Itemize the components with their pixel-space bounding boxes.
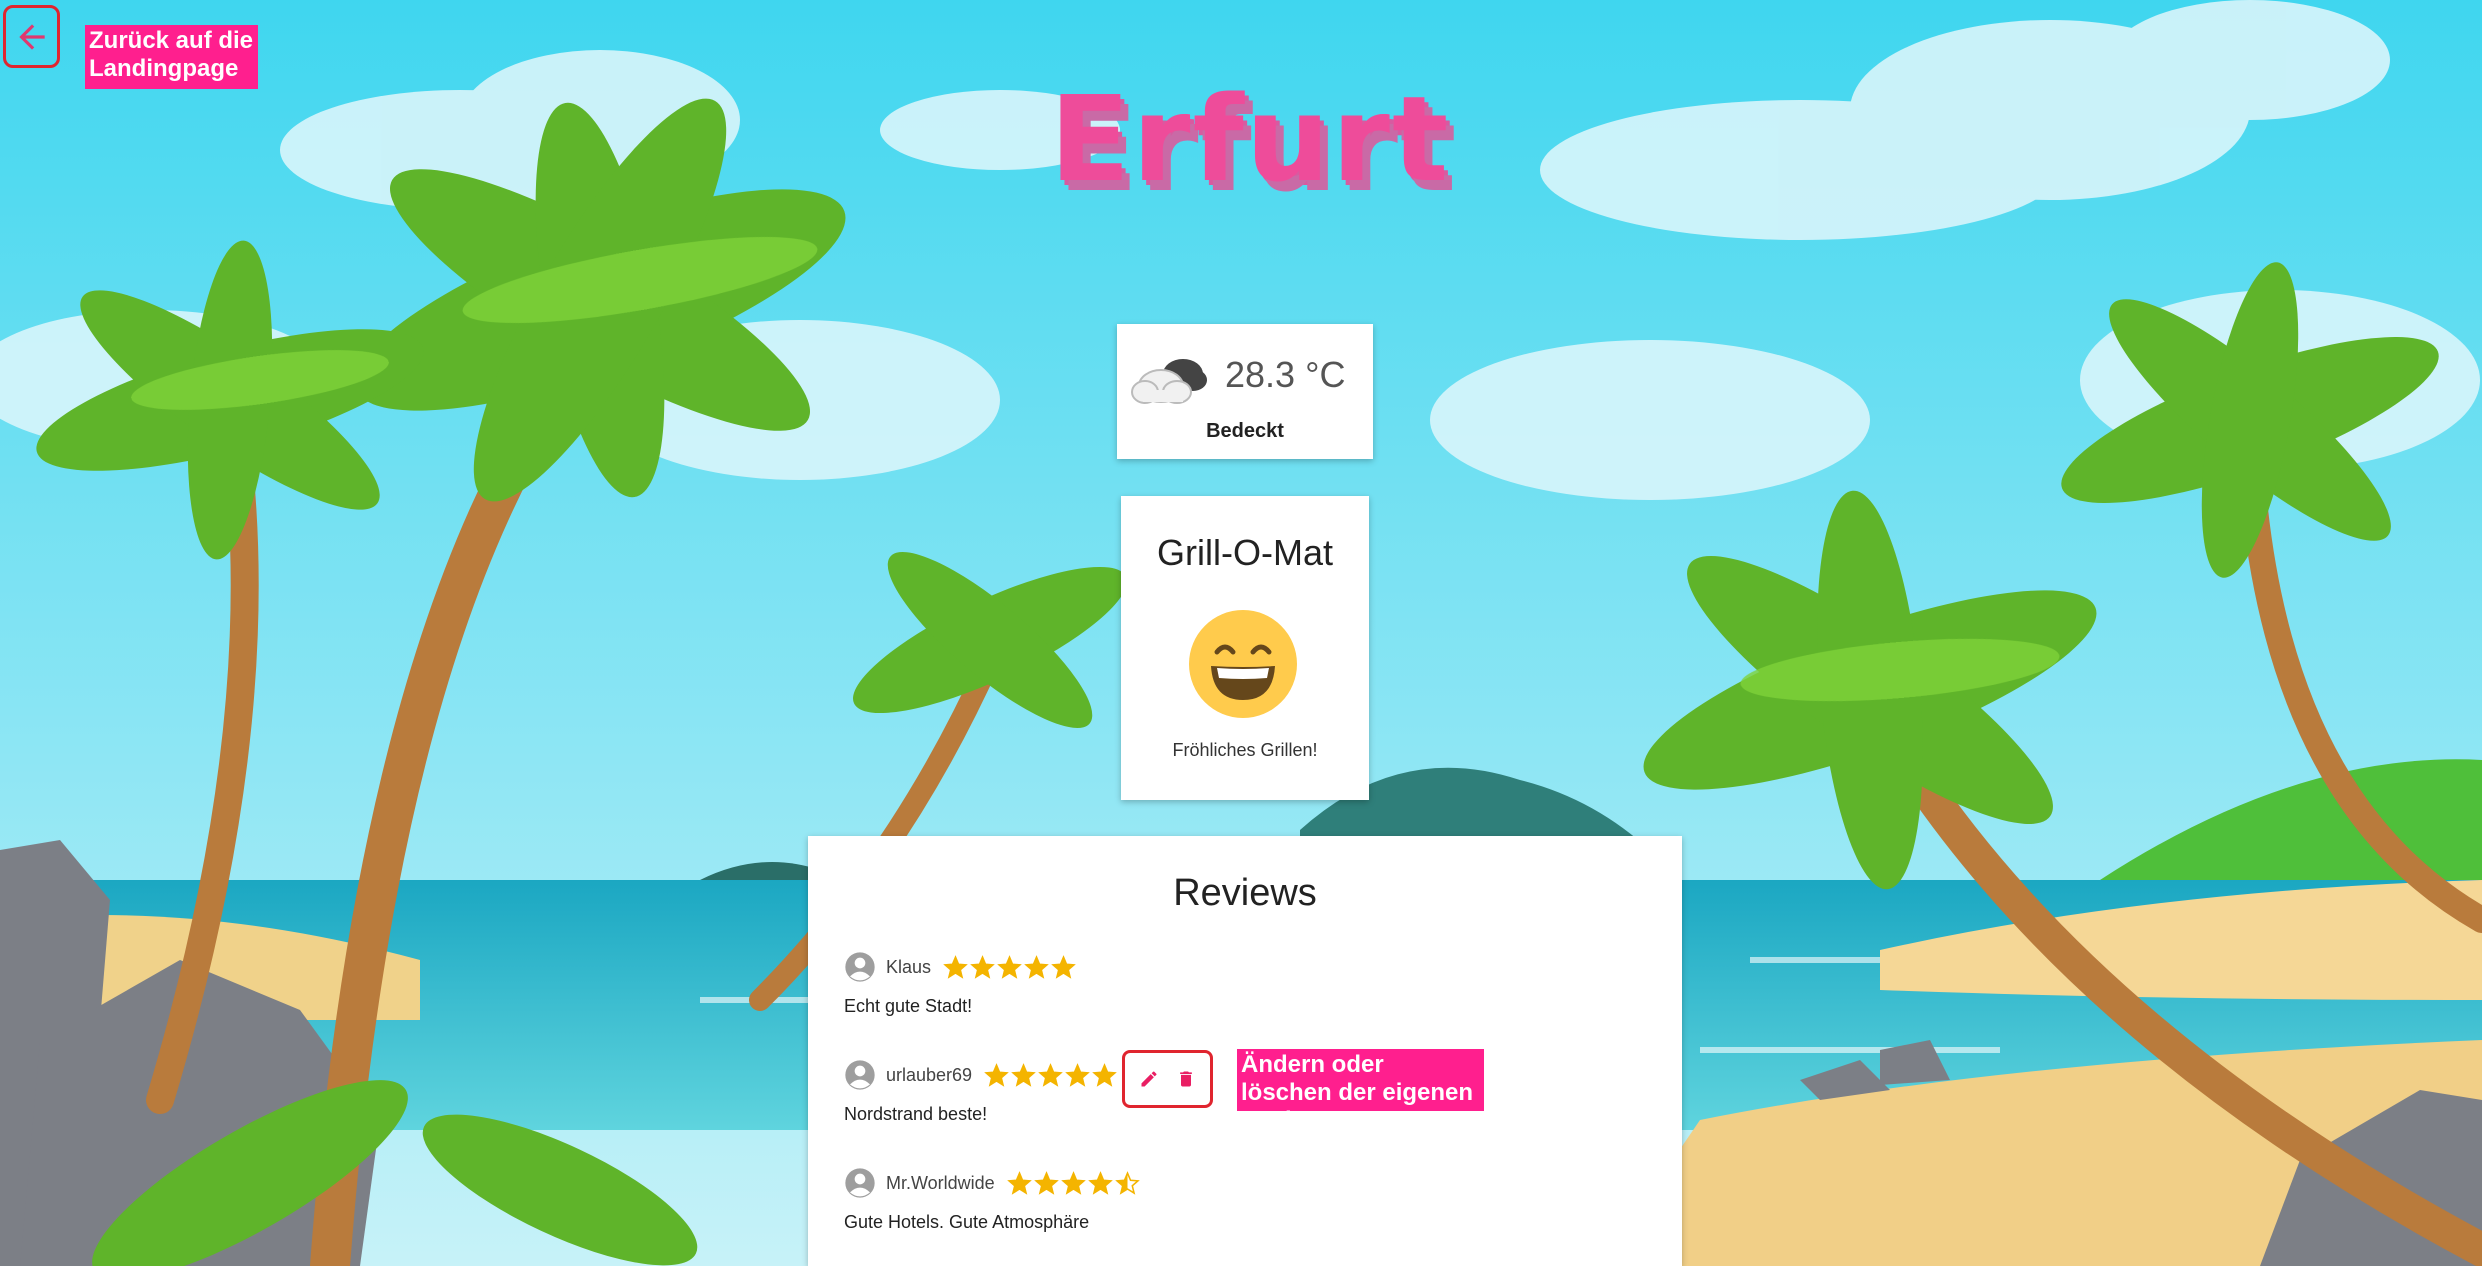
weather-description: Bedeckt — [1206, 420, 1284, 442]
review-username: Mr.Worldwide — [886, 1172, 995, 1193]
pencil-icon — [1141, 1071, 1157, 1087]
grinning-face-icon — [1189, 610, 1297, 718]
avatar-icon — [845, 1060, 875, 1090]
reviews-title: Reviews — [1173, 872, 1317, 914]
review-text: Nordstrand beste! — [844, 1104, 988, 1124]
review-item: urlauber69 Nordstrand beste! — [844, 1058, 1117, 1125]
city-title: Erfurt — [1049, 70, 1451, 208]
back-button[interactable] — [3, 5, 60, 68]
star-full-icon — [970, 954, 995, 979]
star-full-icon — [1087, 1170, 1113, 1195]
weather-card: 28.3 °C Bedeckt — [1117, 324, 1373, 459]
star-full-icon — [997, 954, 1022, 979]
arrow-left-icon — [18, 23, 45, 50]
delete-review-button[interactable] — [1170, 1063, 1202, 1095]
avatar-icon — [845, 1168, 875, 1198]
review-username: Klaus — [886, 956, 932, 977]
trash-icon — [1179, 1071, 1192, 1087]
temperature: 28.3 °C — [1225, 354, 1346, 395]
own-review-actions — [1122, 1050, 1213, 1108]
review-text: Gute Hotels. Gute Atmosphäre — [844, 1212, 1090, 1232]
cloudy-icon — [1131, 359, 1207, 404]
star-full-icon — [943, 954, 968, 979]
review-item: Klaus Echt gute Stadt! — [844, 950, 1076, 1017]
back-annotation: Zurück auf die Landingpage — [85, 25, 258, 89]
star-rating — [1006, 1170, 1140, 1196]
star-full-icon — [1092, 1062, 1117, 1087]
edit-annotation: Ändern oder löschen der eigenen Review — [1237, 1049, 1484, 1134]
edit-review-button[interactable] — [1133, 1063, 1165, 1095]
star-full-icon — [1011, 1062, 1036, 1087]
star-full-icon — [984, 1062, 1009, 1087]
review-text: Echt gute Stadt! — [844, 996, 973, 1016]
review-item: Mr.Worldwide Gute Hotels. Gute Atmosphär… — [844, 1166, 1140, 1233]
star-full-icon — [1033, 1170, 1059, 1195]
star-full-icon — [1065, 1062, 1090, 1087]
star-full-icon — [1006, 1170, 1032, 1195]
star-full-icon — [1024, 954, 1049, 979]
grill-card: Grill-O-Mat Fröhliches Grillen! — [1121, 496, 1369, 800]
grill-description: Fröhliches Grillen! — [1172, 740, 1318, 760]
star-full-icon — [1038, 1062, 1063, 1087]
star-full-icon — [1060, 1170, 1086, 1195]
grill-title: Grill-O-Mat — [1157, 532, 1333, 573]
star-half-icon — [1114, 1170, 1140, 1195]
review-username: urlauber69 — [886, 1064, 973, 1085]
star-rating — [943, 954, 1076, 980]
avatar-icon — [845, 952, 875, 982]
star-rating — [984, 1062, 1117, 1088]
star-full-icon — [1051, 954, 1076, 979]
